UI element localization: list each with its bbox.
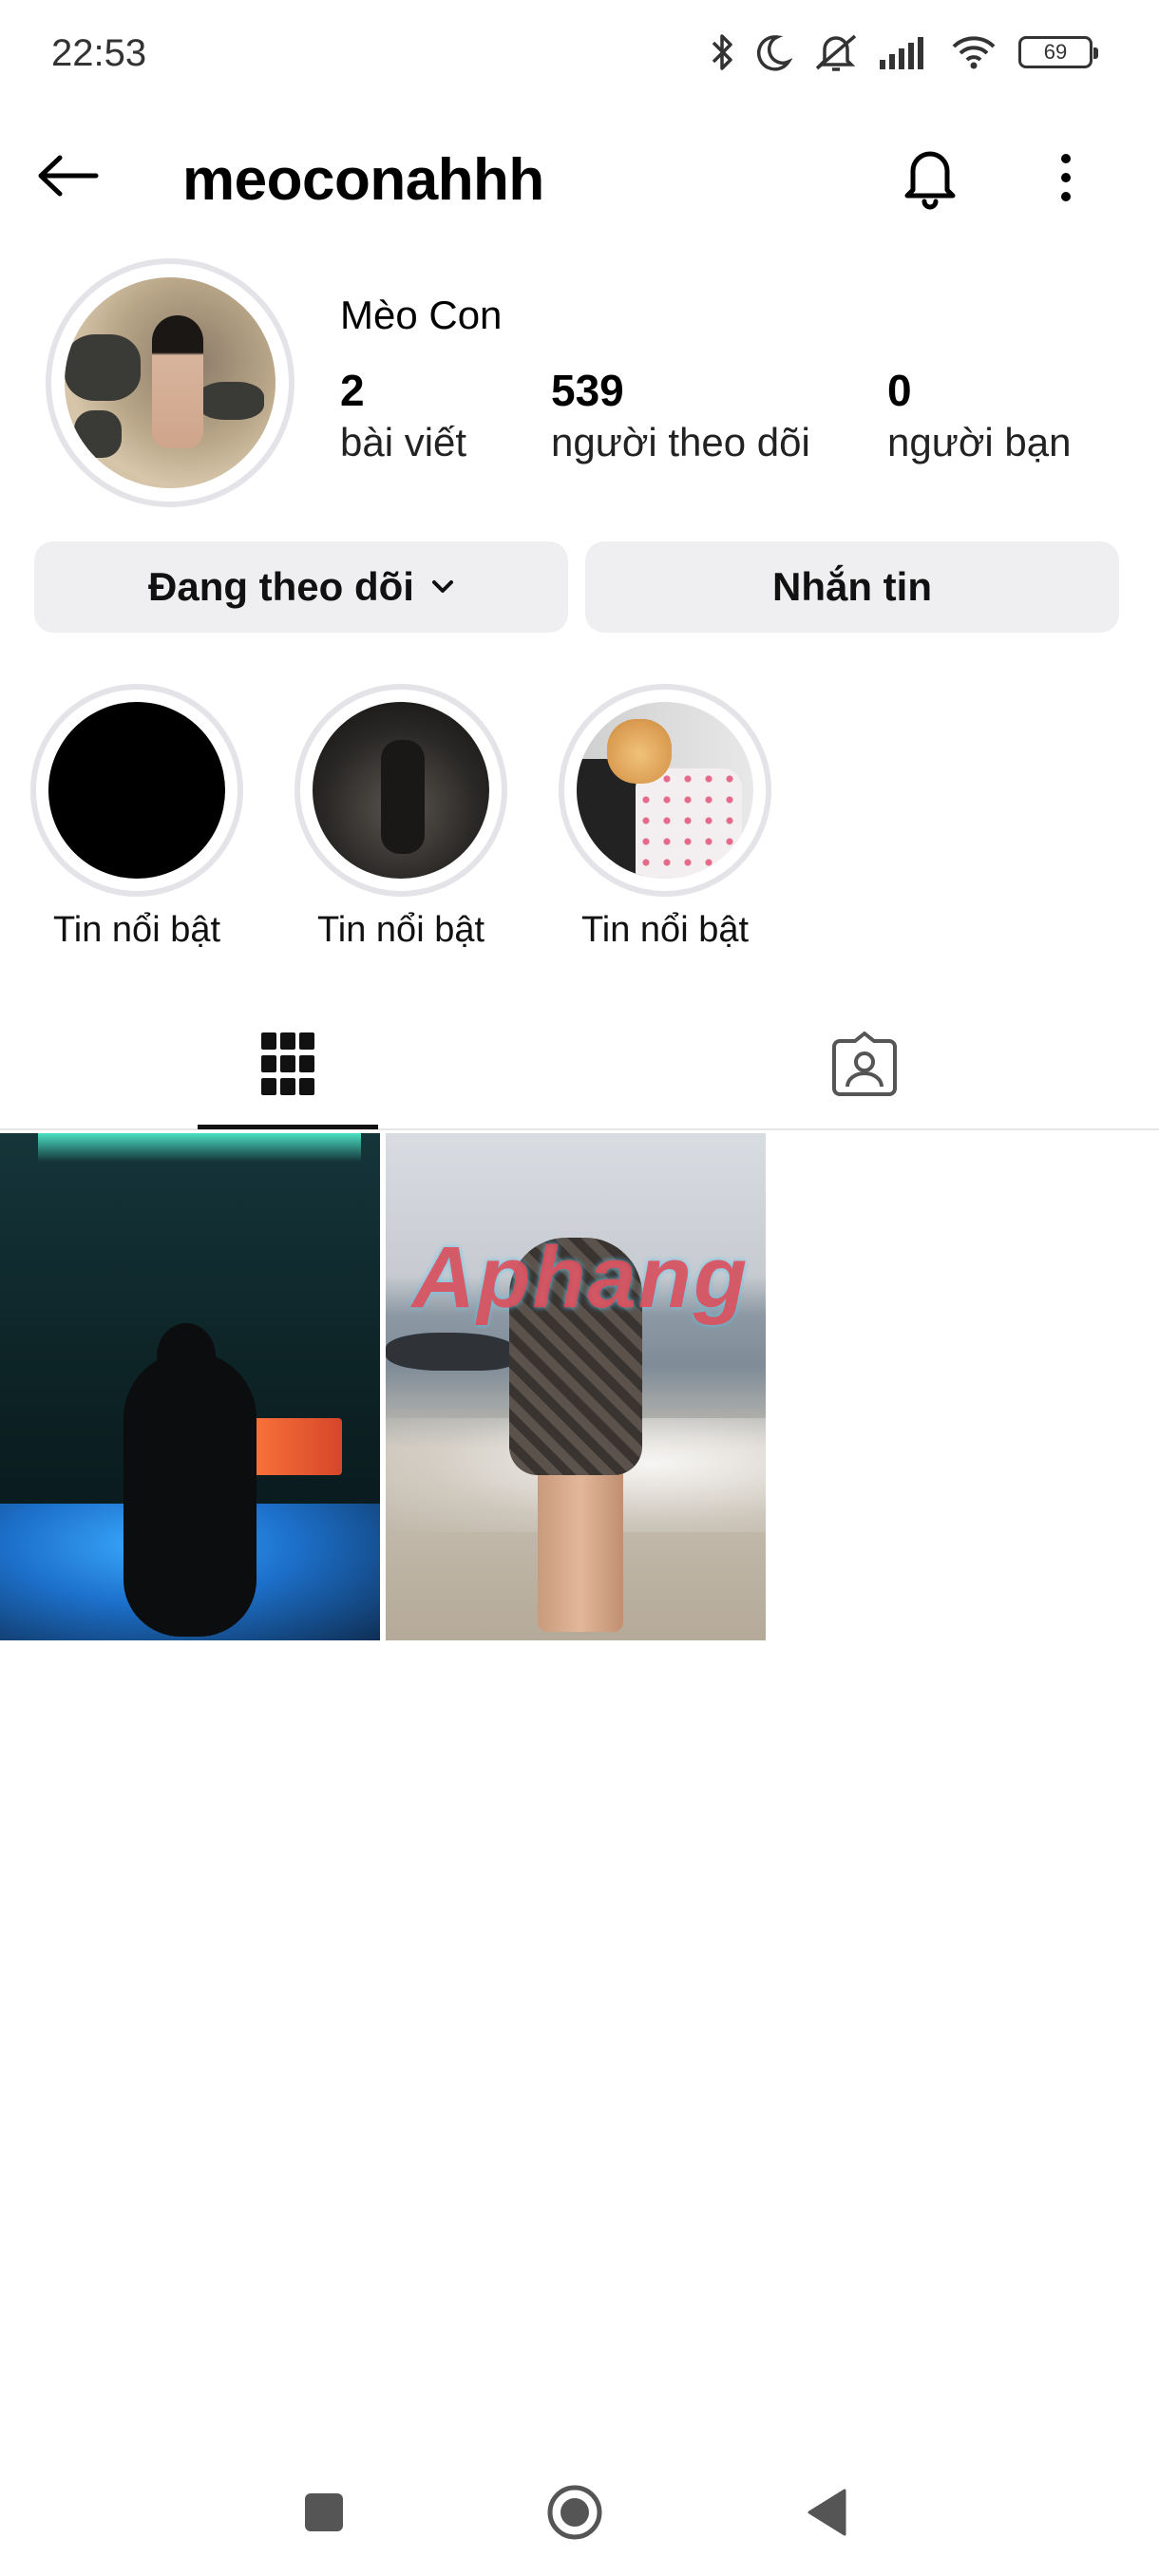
profile-avatar[interactable] (46, 258, 294, 507)
battery-icon: 69 (1018, 36, 1098, 68)
friends-count-value: 0 (887, 366, 912, 415)
system-nav-bar (0, 2451, 1159, 2576)
home-button[interactable] (532, 2470, 618, 2555)
status-icons: 69 (711, 28, 1098, 76)
recents-button[interactable] (281, 2470, 367, 2555)
story-highlight[interactable]: Tin nổi bật (30, 684, 243, 951)
moon-icon (756, 35, 792, 71)
chevron-down-icon (431, 580, 453, 593)
highlight-cover (313, 702, 489, 879)
profile-display-name: Mèo Con (340, 293, 503, 337)
posts-count: 2 bài viết (340, 365, 466, 465)
highlight-label: Tin nổi bật (316, 910, 485, 950)
more-options-button[interactable] (1036, 141, 1096, 215)
back-button[interactable] (28, 142, 104, 209)
avatar-image (65, 277, 276, 488)
bell-icon (904, 151, 956, 210)
wifi-icon (952, 36, 996, 69)
status-time: 22:53 (51, 32, 147, 74)
friends-count-label: người bạn (887, 420, 1072, 464)
following-button[interactable]: Đang theo dõi (34, 541, 568, 633)
following-button-label: Đang theo dõi (148, 564, 414, 609)
battery-level: 69 (1043, 40, 1068, 64)
status-bar: 22:53 69 (0, 0, 1159, 106)
watermark: Aphang (411, 1229, 750, 1326)
posts-count-value: 2 (340, 366, 365, 415)
post-thumbnail[interactable] (0, 1133, 380, 1640)
tab-tagged[interactable] (774, 997, 955, 1130)
friends-count[interactable]: 0 người bạn (887, 365, 1071, 465)
mute-icon (815, 34, 857, 71)
highlight-cover (577, 702, 753, 879)
system-back-button[interactable] (785, 2470, 870, 2555)
triangle-back-icon (808, 2489, 846, 2536)
bluetooth-icon (712, 34, 732, 70)
square-icon (305, 2493, 343, 2531)
followers-count-value: 539 (551, 366, 624, 415)
followers-count[interactable]: 539 người theo dõi (551, 365, 810, 465)
message-button[interactable]: Nhắn tin (585, 541, 1119, 633)
tagged-icon (832, 1032, 897, 1096)
highlight-ring (294, 684, 507, 897)
post-thumbnail[interactable]: Aphang (386, 1133, 766, 1640)
highlight-label: Tin nổi bật (52, 910, 221, 950)
tab-posts-grid[interactable] (198, 997, 378, 1130)
arrow-left-icon (38, 155, 99, 197)
more-vertical-icon (1061, 154, 1071, 201)
notifications-button[interactable] (893, 141, 967, 215)
highlight-cover (48, 702, 225, 879)
story-highlight[interactable]: Tin nổi bật (294, 684, 507, 951)
story-highlight[interactable]: Tin nổi bật (559, 684, 771, 951)
profile-username: meoconahhh (182, 147, 544, 213)
grid-icon (261, 1032, 314, 1095)
highlight-label: Tin nổi bật (580, 910, 750, 950)
followers-count-label: người theo dõi (551, 420, 810, 464)
signal-icon (880, 37, 923, 69)
active-tab-indicator (198, 1125, 378, 1129)
profile-header: meoconahhh (0, 123, 1159, 233)
highlight-ring (30, 684, 243, 897)
highlight-ring (559, 684, 771, 897)
message-button-label: Nhắn tin (772, 564, 932, 609)
profile-tabs (0, 997, 1159, 1130)
posts-count-label: bài viết (340, 420, 467, 464)
home-circle-icon (547, 2485, 602, 2540)
